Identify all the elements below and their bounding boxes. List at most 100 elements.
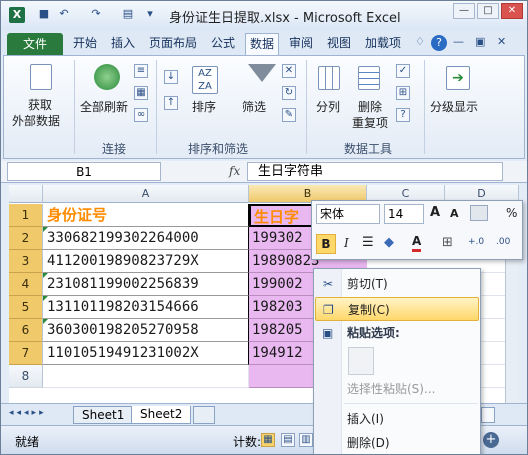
select-all-corner[interactable] — [9, 185, 43, 203]
refresh-all-label[interactable]: 全部刷新 — [80, 98, 128, 115]
undo-icon[interactable]: ↶ — [57, 7, 71, 21]
tab-insert[interactable]: 插入 — [107, 33, 139, 55]
insert-sheet-icon[interactable] — [193, 406, 215, 424]
shrink-font-icon[interactable]: A — [450, 207, 459, 220]
tab-file[interactable]: 文件 — [7, 33, 63, 55]
filter-icon[interactable] — [248, 64, 276, 82]
increase-decimal-icon[interactable]: +.0 — [468, 237, 484, 247]
decrease-decimal-icon[interactable]: .00 — [496, 237, 510, 247]
sheet-tab-sheet2[interactable]: Sheet2 — [131, 406, 192, 424]
font-color-icon[interactable]: A — [412, 234, 422, 252]
page-break-view-icon[interactable]: ▥ — [299, 433, 313, 447]
cell-a6[interactable]: 360300198205270958 — [43, 319, 249, 342]
row-header[interactable]: 4 — [9, 273, 43, 296]
remove-duplicates-label-2[interactable]: 重复项 — [352, 114, 388, 131]
advanced-filter-icon[interactable]: ✎ — [282, 108, 296, 122]
clear-filter-icon[interactable]: ✕ — [282, 64, 296, 78]
cell-a1[interactable]: 身份证号 — [43, 204, 249, 227]
align-center-icon[interactable]: ☰ — [362, 235, 374, 250]
bold-button[interactable]: B — [316, 234, 336, 254]
outline-label[interactable]: 分级显示 — [430, 98, 478, 115]
redo-icon[interactable]: ↷ — [89, 7, 103, 21]
ribbon-restore-icon[interactable]: ▣ — [475, 35, 485, 48]
sheet-nav-icon[interactable]: ◂◂◂▸▸ — [9, 408, 47, 418]
cell-a7[interactable]: 11010519491231002X — [43, 342, 249, 365]
column-header-a[interactable]: A — [43, 185, 249, 203]
outline-icon[interactable]: ➔ — [446, 66, 470, 90]
page-layout-view-icon[interactable]: ▤ — [281, 433, 295, 447]
insert-function-icon[interactable]: fx — [229, 164, 240, 178]
get-external-label-2[interactable]: 外部数据 — [12, 112, 60, 129]
normal-view-icon[interactable]: ▦ — [261, 433, 275, 447]
menu-item-insert[interactable]: 插入(I) — [315, 407, 479, 431]
edit-links-icon[interactable]: ∞ — [134, 108, 148, 122]
tab-page-layout[interactable]: 页面布局 — [145, 33, 201, 55]
row-header[interactable]: 3 — [9, 250, 43, 273]
paste-option-icon[interactable] — [348, 347, 374, 375]
hscroll-split-icon[interactable] — [481, 407, 495, 423]
row-header[interactable]: 1 — [9, 204, 43, 227]
reapply-filter-icon[interactable]: ↻ — [282, 86, 296, 100]
ribbon-close-icon[interactable]: ✕ — [497, 35, 506, 48]
filter-label[interactable]: 筛选 — [242, 98, 266, 115]
row-header[interactable]: 6 — [9, 319, 43, 342]
tab-formulas[interactable]: 公式 — [207, 33, 239, 55]
tab-view[interactable]: 视图 — [323, 33, 355, 55]
menu-item-paste-special[interactable]: 选择性粘贴(S)... — [315, 377, 479, 401]
sheet-tab-sheet1[interactable]: Sheet1 — [73, 406, 134, 424]
menu-item-copy[interactable]: ❐ 复制(C) — [315, 297, 479, 321]
cell-a5[interactable]: 131101198203154666 — [43, 296, 249, 319]
row-header[interactable]: 2 — [9, 227, 43, 250]
grow-font-icon[interactable]: A — [430, 205, 440, 220]
data-validation-icon[interactable]: ✓ — [396, 64, 410, 78]
name-box[interactable]: B1 — [7, 162, 161, 181]
properties-icon[interactable]: ▦ — [134, 86, 148, 100]
tab-data[interactable]: 数据 — [245, 33, 280, 55]
get-external-data-icon[interactable] — [30, 64, 52, 90]
ribbon-minimize-icon[interactable]: — — [453, 35, 464, 48]
quick-access-dropdown-icon[interactable]: ▾ — [143, 7, 157, 21]
cell-a4[interactable]: 231081199002256839 — [43, 273, 249, 296]
cell-a8[interactable] — [43, 365, 249, 388]
maximize-button[interactable]: □ — [477, 3, 499, 19]
save-icon[interactable]: ■ — [37, 7, 51, 21]
text-to-columns-icon[interactable] — [318, 66, 340, 90]
sort-asc-icon[interactable]: ↓ — [164, 70, 178, 84]
tab-review[interactable]: 审阅 — [285, 33, 317, 55]
close-button[interactable]: ✕ — [501, 3, 523, 19]
tab-home[interactable]: 开始 — [69, 33, 101, 55]
row-header[interactable]: 5 — [9, 296, 43, 319]
sort-label[interactable]: 排序 — [192, 98, 216, 115]
print-preview-icon[interactable]: ▤ — [121, 7, 135, 21]
sort-desc-icon[interactable]: ↑ — [164, 96, 178, 110]
menu-item-delete[interactable]: 删除(D) — [315, 431, 479, 454]
borders-icon[interactable]: ⊞ — [442, 235, 453, 250]
menu-item-cut[interactable]: ✂ 剪切(T) — [315, 272, 479, 296]
excel-icon[interactable]: X — [9, 7, 25, 23]
percent-button[interactable]: % — [506, 206, 517, 220]
what-if-icon[interactable]: ? — [396, 108, 410, 122]
text-to-columns-label[interactable]: 分列 — [316, 98, 340, 115]
cell-a3[interactable]: 41120019890823729X — [43, 250, 249, 273]
collapse-ribbon-icon[interactable]: ♢ — [415, 35, 425, 48]
fill-color-icon[interactable]: ◆ — [384, 235, 394, 250]
get-external-label-1[interactable]: 获取 — [28, 96, 52, 113]
consolidate-icon[interactable]: ⊞ — [396, 86, 410, 100]
font-size-field[interactable]: 14 — [384, 204, 424, 224]
row-header[interactable]: 7 — [9, 342, 43, 365]
remove-duplicates-label-1[interactable]: 删除 — [358, 98, 382, 115]
sort-icon[interactable]: AZ ZA — [192, 66, 218, 94]
minimize-button[interactable]: — — [453, 3, 475, 19]
italic-button[interactable]: I — [344, 236, 349, 250]
font-name-field[interactable]: 宋体 — [316, 204, 380, 224]
format-icon[interactable] — [470, 205, 488, 221]
cell-a2[interactable]: 330682199302264000 — [43, 227, 249, 250]
help-icon[interactable]: ? — [431, 35, 447, 51]
tab-addins[interactable]: 加载项 — [361, 33, 405, 55]
zoom-in-icon[interactable]: + — [483, 432, 499, 448]
formula-input[interactable]: 生日字符串 — [247, 162, 503, 181]
row-header[interactable]: 8 — [9, 365, 43, 388]
refresh-all-icon[interactable] — [94, 64, 120, 90]
connections-icon[interactable]: ≡ — [134, 64, 148, 78]
remove-duplicates-icon[interactable] — [358, 66, 380, 90]
